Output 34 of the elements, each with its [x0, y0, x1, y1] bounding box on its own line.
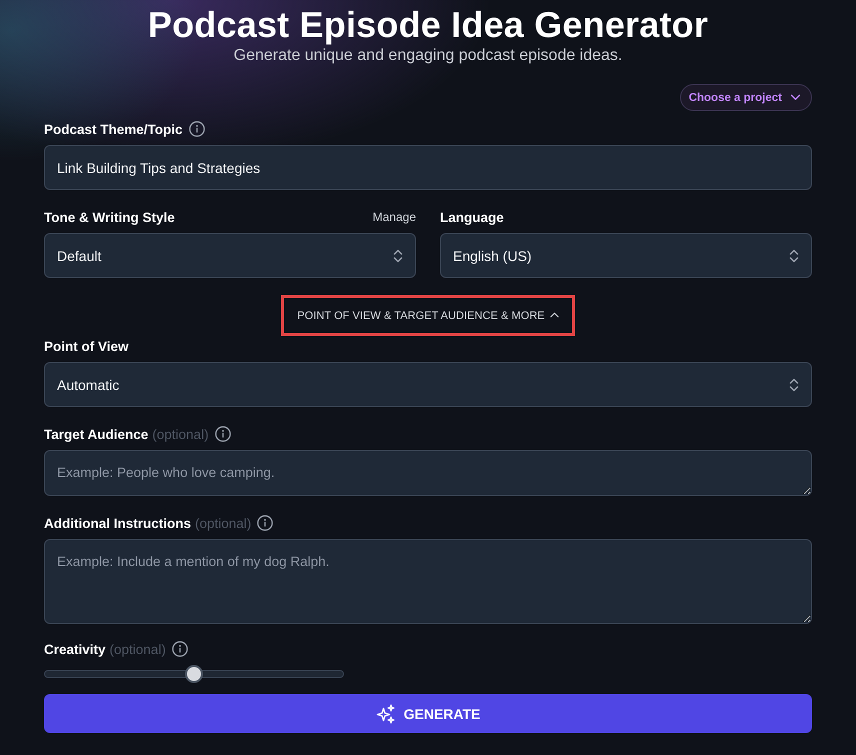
language-select[interactable]: English (US) [440, 233, 812, 278]
optional-note: (optional) [152, 426, 209, 442]
field-label: Target Audience [44, 426, 148, 442]
chevron-up-icon [550, 312, 559, 318]
creativity-slider[interactable] [44, 665, 344, 683]
optional-note: (optional) [110, 642, 166, 656]
field-label: Podcast Theme/Topic [44, 122, 183, 136]
topic-input[interactable]: Link Building Tips and Strategies [44, 145, 812, 190]
sparkles-icon [376, 704, 396, 724]
field-label: Tone & Writing Style [44, 210, 175, 224]
more-options-toggle[interactable]: POINT OF VIEW & TARGET AUDIENCE & MORE [281, 295, 575, 336]
generate-button[interactable]: GENERATE [44, 694, 812, 733]
target-audience-textarea[interactable]: Example: People who love camping. [44, 450, 812, 496]
instructions-textarea[interactable]: Example: Include a mention of my dog Ralph. [44, 539, 812, 624]
optional-note: (optional) [195, 516, 252, 530]
chevron-up-down-icon [789, 248, 799, 264]
chevron-down-icon [790, 94, 801, 101]
slider-thumb[interactable] [185, 665, 203, 683]
info-icon[interactable] [172, 641, 188, 657]
chevron-up-down-icon [393, 248, 403, 264]
project-dropdown[interactable]: Choose a project [680, 84, 812, 111]
page-title: Podcast Episode Idea Generator [146, 5, 710, 45]
info-icon[interactable] [257, 515, 274, 531]
field-label: Creativity [44, 642, 106, 656]
field-label: Language [440, 210, 504, 224]
point-of-view-select[interactable]: Automatic [44, 362, 812, 407]
page-subtitle: Generate unique and engaging podcast episode ideas. [232, 46, 624, 66]
manage-link[interactable]: Manage [372, 210, 416, 224]
field-label: Additional Instructions [44, 516, 191, 530]
info-icon[interactable] [214, 426, 231, 442]
tone-select[interactable]: Default [44, 233, 416, 278]
chevron-up-down-icon [789, 376, 799, 392]
info-icon[interactable] [188, 121, 205, 137]
field-label: Point of View [44, 338, 129, 354]
